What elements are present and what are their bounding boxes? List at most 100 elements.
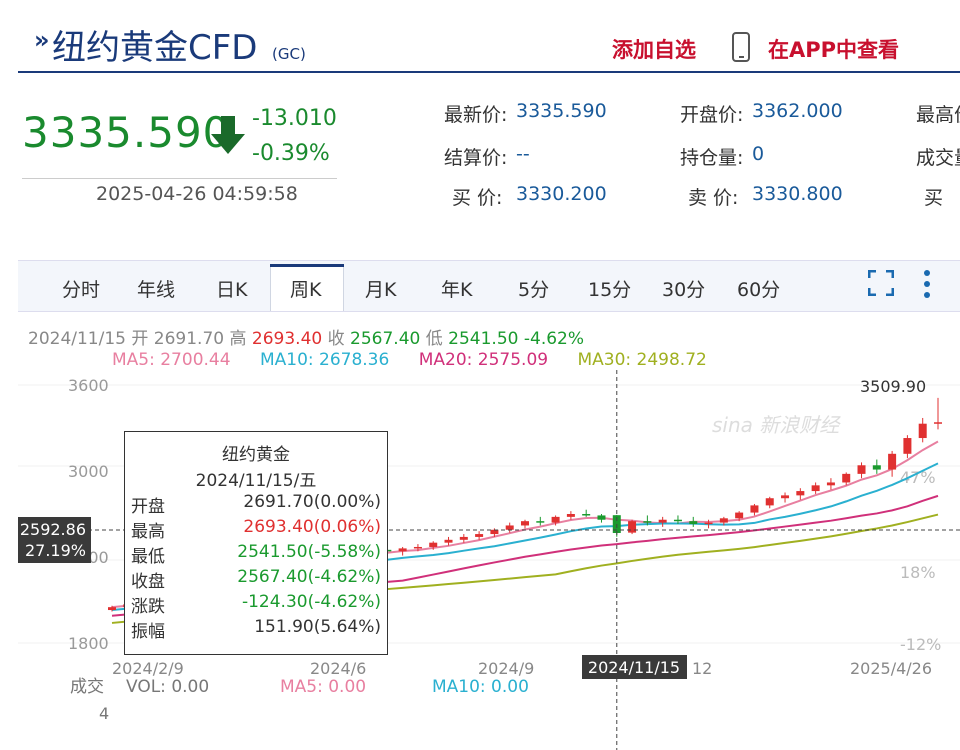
- volume-value: VOL: 0.00: [126, 677, 209, 697]
- field-value-latest: 3335.590: [516, 100, 607, 122]
- tab-weekly-k[interactable]: 周K: [290, 275, 321, 302]
- view-in-app-button[interactable]: 在APP中查看: [768, 34, 899, 64]
- tooltip-row: 最高 2693.40(0.06%): [131, 517, 381, 542]
- candle-body: [689, 521, 698, 525]
- watermark-logo: sina 新浪财经: [712, 413, 841, 437]
- tab-yearline[interactable]: 年线: [137, 275, 175, 302]
- candle-body: [597, 515, 606, 520]
- ohlc-close-label: 收: [327, 329, 345, 349]
- tab-yearly-k[interactable]: 年K: [441, 275, 472, 302]
- candle-body: [475, 534, 484, 537]
- tab-5min[interactable]: 5分: [518, 275, 549, 302]
- instrument-code: (GC): [272, 45, 306, 63]
- volume-label: 成交: [70, 677, 104, 697]
- candle-body: [903, 438, 912, 454]
- y-tick-label: 1800: [68, 634, 109, 653]
- candle-body: [842, 473, 851, 483]
- candle-body: [521, 521, 529, 526]
- ohlc-open-label: 开: [131, 329, 149, 349]
- candle-body: [582, 514, 591, 516]
- field-label-open: 开盘价:: [680, 104, 744, 126]
- field-label-ask: 卖 价:: [688, 187, 739, 209]
- tooltip-value: 2693.40(0.06%): [243, 517, 381, 537]
- field-label-oi: 持仓量:: [680, 147, 744, 169]
- candle-body: [505, 525, 514, 530]
- field-label-bid: 买 价:: [452, 187, 503, 209]
- pct-tick-label: -12%: [900, 635, 941, 654]
- candle-body: [918, 423, 927, 439]
- candle-body: [444, 539, 453, 543]
- tab-30min[interactable]: 30分: [662, 275, 705, 302]
- candle-body: [735, 512, 744, 519]
- candle-body: [857, 465, 866, 474]
- candle-body: [719, 518, 728, 523]
- y-tick-label: 3600: [68, 376, 109, 395]
- candle-body: [796, 491, 805, 496]
- phone-icon[interactable]: [732, 32, 750, 62]
- field-value-open: 3362.000: [752, 100, 843, 122]
- candle-body: [888, 453, 897, 470]
- candle-body: [108, 607, 116, 611]
- tooltip-key: 最高: [131, 522, 165, 542]
- tooltip-key: 振幅: [131, 622, 165, 642]
- price-change-pct: -0.39%: [252, 141, 330, 166]
- candle-body: [811, 485, 820, 492]
- more-options-icon[interactable]: [922, 268, 932, 300]
- tooltip-row: 收盘 2567.40(-4.62%): [131, 567, 381, 592]
- down-arrow-icon: [211, 116, 245, 154]
- tab-60min[interactable]: 60分: [737, 275, 780, 302]
- field-label-settle: 结算价:: [444, 147, 508, 169]
- candle-body: [658, 519, 667, 523]
- candle-body: [566, 514, 575, 517]
- volume-ma5: MA5: 0.00: [280, 677, 366, 697]
- tab-monthly-k[interactable]: 月K: [365, 275, 396, 302]
- tab-daily-k[interactable]: 日K: [216, 275, 247, 302]
- candle-tooltip: 纽约黄金 2024/11/15/五 开盘 2691.70(0.00%) 最高 269…: [124, 431, 388, 655]
- crosshair-y-pct: 27.19%: [25, 541, 86, 560]
- ma5-value: MA5: 2700.44: [112, 350, 231, 370]
- y-tick-label: 3000: [68, 462, 109, 481]
- ma30-value: MA30: 2498.72: [577, 350, 707, 370]
- candle-body: [413, 546, 422, 549]
- volume-axis-value: 4: [99, 704, 109, 723]
- tab-15min[interactable]: 15分: [588, 275, 631, 302]
- tooltip-key: 收盘: [131, 572, 165, 592]
- candle-body: [643, 521, 652, 523]
- tooltip-key: 最低: [131, 547, 165, 567]
- tooltip-key: 开盘: [131, 497, 165, 517]
- field-value-ask: 3330.800: [752, 183, 843, 205]
- last-price: 3335.590: [22, 108, 231, 157]
- tooltip-date: 2024/11/15/五: [195, 471, 317, 491]
- candle-body: [536, 521, 545, 523]
- ohlc-high: 2693.40: [251, 329, 323, 349]
- field-value-oi: 0: [752, 143, 765, 165]
- ohlc-high-label: 高: [229, 329, 247, 349]
- tooltip-title: 纽约黄金: [222, 445, 290, 465]
- candle-body: [398, 548, 407, 552]
- pct-tick-label: 47%: [900, 468, 936, 487]
- candle-body: [781, 495, 790, 499]
- tab-intraday[interactable]: 分时: [62, 275, 100, 302]
- candle-body: [459, 536, 468, 540]
- candle-body: [826, 482, 835, 486]
- instrument-title: 纽约黄金CFD: [52, 28, 258, 68]
- x-tick-label: 12: [692, 659, 712, 678]
- tooltip-value: 2567.40(-4.62%): [237, 567, 381, 587]
- fullscreen-icon[interactable]: [868, 270, 894, 296]
- tooltip-row: 开盘 2691.70(0.00%): [131, 492, 381, 517]
- field-value-settle: --: [516, 143, 530, 165]
- add-favorite-button[interactable]: 添加自选: [612, 34, 696, 64]
- ohlc-open: 2691.70: [153, 329, 225, 349]
- tooltip-value: 151.90(5.64%): [254, 617, 381, 637]
- ohlc-close: 2567.40: [350, 329, 421, 349]
- quote-timestamp: 2025-04-26 04:59:58: [96, 183, 298, 205]
- ohlc-summary: 2024/11/15 开 2691.70 高 2693.40 收 2567.40…: [28, 324, 584, 349]
- active-tab-indicator: [270, 264, 344, 267]
- tooltip-row: 振幅 151.90(5.64%): [131, 617, 381, 642]
- field-label-high: 最高价: [916, 104, 960, 126]
- tooltip-row: 最低 2541.50(-5.58%): [131, 542, 381, 567]
- crosshair-y-value: 2592.86: [20, 520, 86, 539]
- ohlc-low-label: 低: [425, 329, 443, 349]
- field-label-volume: 成交量: [916, 147, 960, 169]
- field-label-latest: 最新价:: [444, 104, 508, 126]
